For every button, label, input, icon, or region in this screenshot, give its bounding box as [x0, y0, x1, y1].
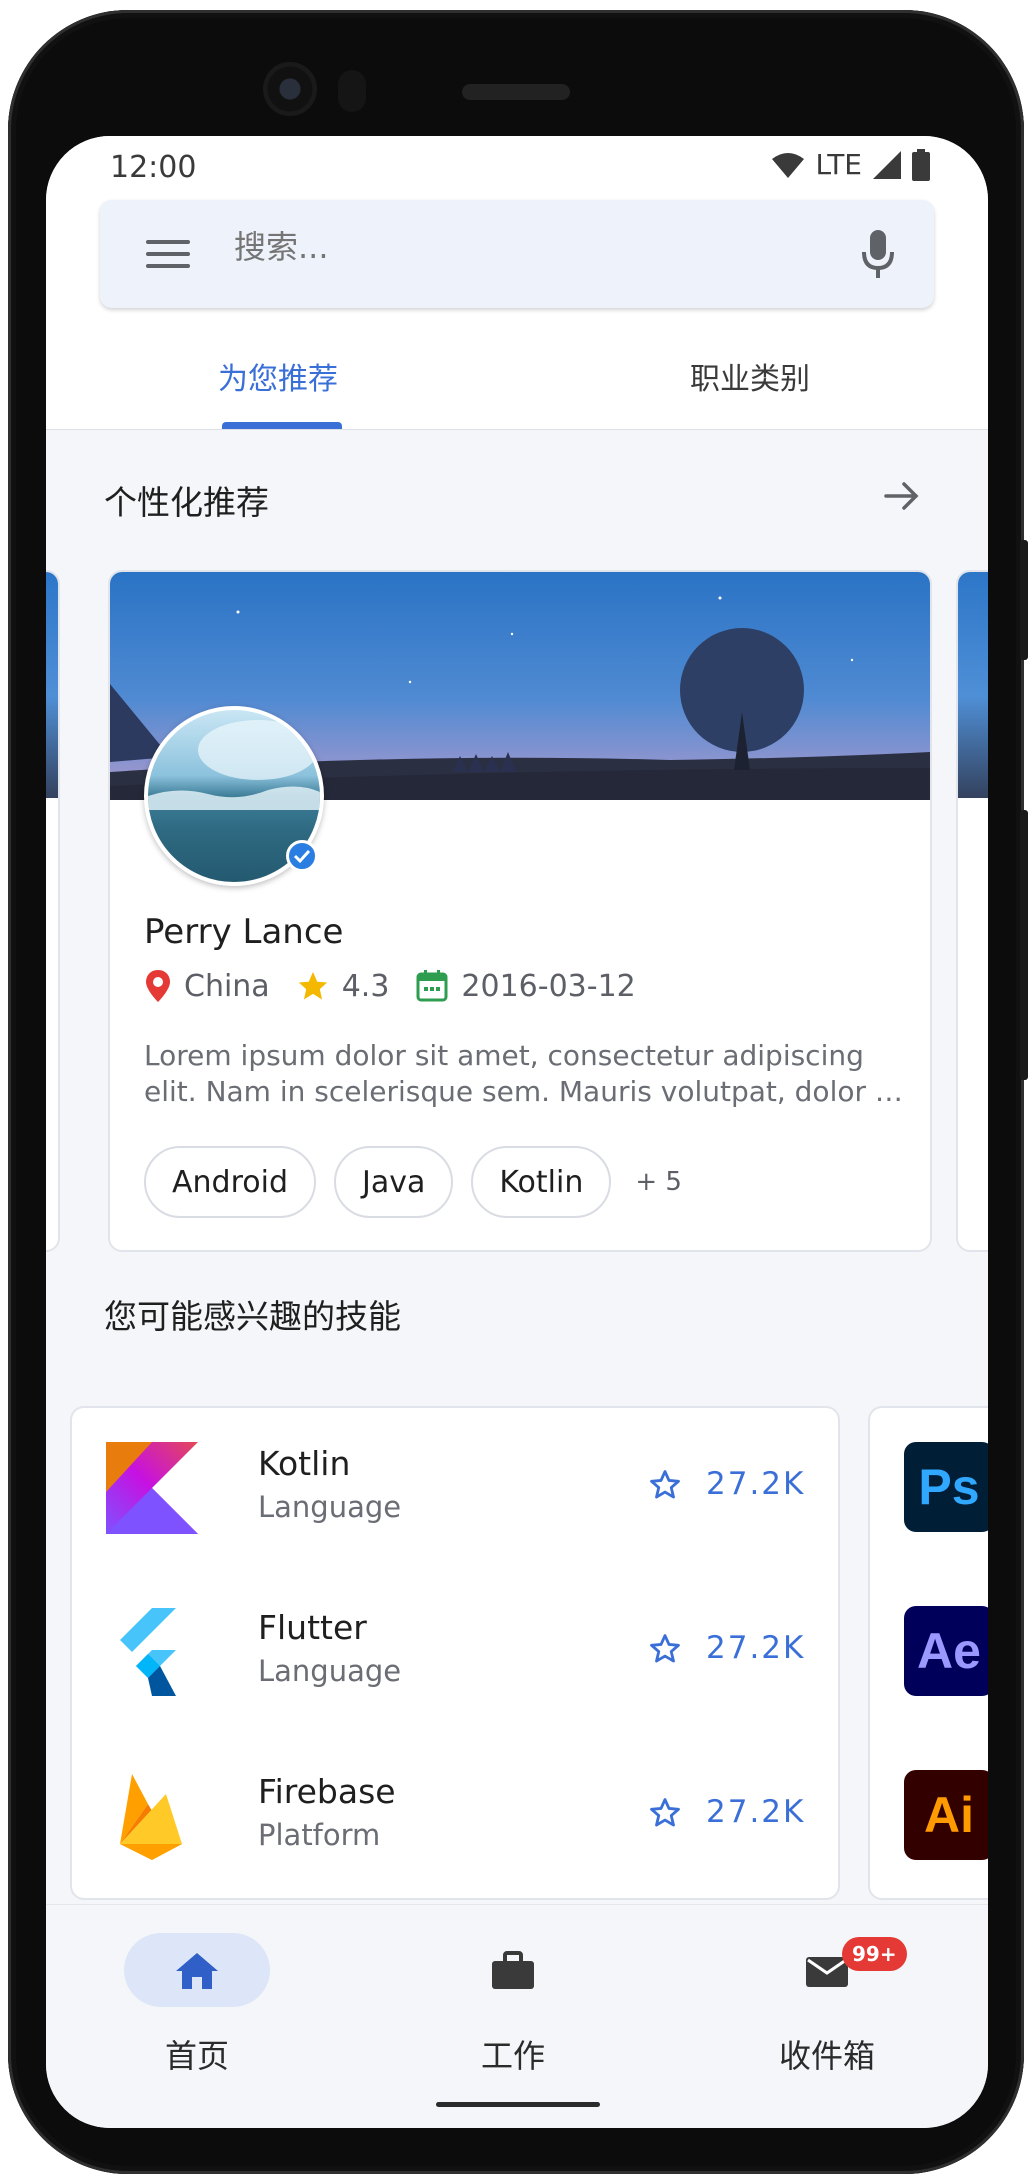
skill-tags: Android Java Kotlin + 5 — [144, 1146, 682, 1218]
divider — [46, 429, 988, 430]
status-time: 12:00 — [110, 150, 197, 185]
tag-chip[interactable]: Java — [334, 1146, 454, 1218]
skills-list-card-next[interactable]: Ps Ae Ai — [868, 1406, 988, 1900]
skills-list-card: Kotlin Language 27.2K Flutter Language 2… — [70, 1406, 840, 1900]
photoshop-logo: Ps — [904, 1442, 988, 1532]
calendar-icon — [416, 970, 448, 1002]
earpiece-speaker — [462, 84, 570, 100]
wifi-icon — [772, 152, 805, 178]
more-tags-count[interactable]: + 5 — [635, 1167, 682, 1197]
tag-chip[interactable]: Kotlin — [471, 1146, 612, 1218]
search-input[interactable] — [234, 228, 794, 266]
location-pin-icon — [146, 970, 170, 1002]
nav-item-jobs[interactable]: 工作 — [410, 1933, 610, 2075]
kotlin-logo-icon — [106, 1442, 198, 1534]
star-count: 27.2K — [706, 1466, 806, 1502]
volume-button — [1020, 810, 1028, 1080]
profile-card-previous[interactable] — [46, 570, 60, 1252]
tab-recommended[interactable]: 为您推荐 — [218, 354, 338, 398]
bottom-navigation: 首页 工作 99+ 收件箱 — [46, 1904, 988, 2128]
proximity-sensor — [338, 70, 366, 112]
skill-name: Flutter — [258, 1608, 367, 1647]
star-outline-icon[interactable] — [648, 1796, 682, 1830]
skill-type: Platform — [258, 1818, 381, 1852]
network-type: LTE — [815, 148, 862, 181]
profile-date: 2016-03-12 — [461, 968, 636, 1004]
status-icons: LTE — [771, 148, 930, 181]
arrow-right-icon[interactable] — [882, 476, 922, 516]
nav-item-home[interactable]: 首页 — [94, 1933, 294, 2075]
unread-badge: 99+ — [842, 1937, 907, 1971]
after-effects-logo: Ae — [904, 1606, 988, 1696]
skill-type: Language — [258, 1490, 402, 1524]
verified-badge-icon — [286, 840, 318, 872]
illustrator-logo: Ai — [904, 1770, 988, 1860]
firebase-logo-icon — [120, 1774, 182, 1860]
star-outline-icon[interactable] — [648, 1632, 682, 1666]
briefcase-icon — [492, 1951, 534, 1989]
star-count: 27.2K — [706, 1630, 806, 1666]
cellular-signal-icon — [873, 150, 901, 179]
star-count: 27.2K — [706, 1794, 806, 1830]
skill-name: Firebase — [258, 1772, 396, 1811]
skill-type: Language — [258, 1654, 402, 1688]
top-app-area: 12:00 LTE 为您推荐 职业类别 — [46, 136, 988, 430]
profile-meta: China 4.3 2016-03-12 — [144, 968, 636, 1004]
star-outline-icon[interactable] — [648, 1468, 682, 1502]
profile-card-next[interactable] — [956, 570, 988, 1252]
app-screen: 12:00 LTE 为您推荐 职业类别 个性化推荐 — [46, 136, 988, 2128]
list-item[interactable]: Firebase Platform 27.2K — [72, 1736, 838, 1900]
home-gesture-bar[interactable] — [436, 2102, 600, 2107]
profile-location: China — [184, 968, 270, 1004]
nav-label-inbox: 收件箱 — [778, 2037, 875, 2075]
power-button — [1020, 540, 1028, 660]
tab-job-categories[interactable]: 职业类别 — [690, 354, 810, 398]
profile-card[interactable]: Perry Lance China 4.3 2016-03-12 Lorem i… — [108, 570, 932, 1252]
section-title-personalized: 个性化推荐 — [104, 483, 269, 522]
battery-icon — [912, 148, 930, 181]
menu-icon[interactable] — [146, 240, 190, 270]
home-icon — [176, 1953, 218, 1989]
section-title-skills: 您可能感兴趣的技能 — [104, 1297, 401, 1336]
tag-chip[interactable]: Android — [144, 1146, 316, 1218]
list-item[interactable]: Kotlin Language 27.2K — [72, 1408, 838, 1572]
nav-item-inbox[interactable]: 99+ 收件箱 — [724, 1933, 924, 2075]
profile-rating: 4.3 — [341, 968, 390, 1004]
profile-description: Lorem ipsum dolor sit amet, consectetur … — [144, 1039, 901, 1108]
star-icon — [298, 971, 327, 1000]
search-bar[interactable] — [100, 200, 934, 308]
skill-name: Kotlin — [258, 1444, 351, 1483]
profile-name: Perry Lance — [144, 912, 344, 952]
nav-label-jobs: 工作 — [480, 2037, 545, 2075]
microphone-icon[interactable] — [860, 230, 896, 278]
nav-label-home: 首页 — [164, 2037, 229, 2075]
front-camera — [263, 62, 317, 116]
flutter-logo-icon — [120, 1608, 176, 1696]
list-item[interactable]: Flutter Language 27.2K — [72, 1572, 838, 1736]
